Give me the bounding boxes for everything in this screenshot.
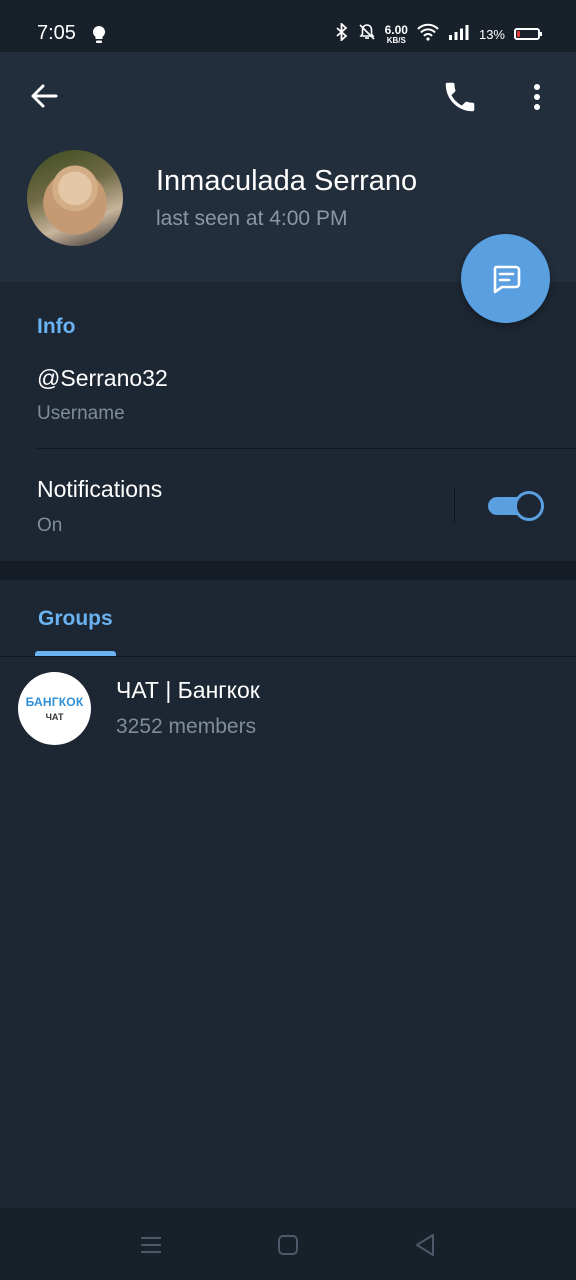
signal-icon bbox=[448, 24, 470, 45]
status-bar: 7:05 6.00 KB/S 13% bbox=[0, 0, 576, 52]
toggle-knob bbox=[514, 491, 544, 521]
call-button[interactable] bbox=[441, 78, 479, 116]
wifi-icon bbox=[417, 23, 439, 46]
system-nav-bar bbox=[0, 1208, 576, 1280]
network-speed: 6.00 KB/S bbox=[385, 24, 408, 45]
back-triangle-icon bbox=[416, 1234, 434, 1256]
tab-groups-label: Groups bbox=[38, 607, 113, 630]
bell-off-icon bbox=[358, 23, 376, 46]
back-arrow-icon bbox=[31, 84, 58, 108]
home-button[interactable] bbox=[273, 1230, 303, 1260]
home-icon bbox=[278, 1235, 298, 1255]
phone-icon bbox=[445, 82, 475, 112]
group-members: 3252 members bbox=[116, 715, 257, 738]
lightbulb-icon bbox=[92, 25, 106, 50]
more-options-button[interactable] bbox=[524, 78, 550, 116]
username-label: Username bbox=[37, 403, 125, 424]
bluetooth-icon bbox=[335, 21, 349, 46]
group-avatar: БАНГКОК ЧАТ bbox=[18, 672, 91, 745]
notifications-status: On bbox=[37, 515, 63, 536]
vertical-separator bbox=[454, 487, 455, 523]
list-item[interactable]: БАНГКОК ЧАТ ЧАТ | Бангкок 3252 members bbox=[0, 657, 576, 757]
tab-groups[interactable]: Groups bbox=[35, 580, 116, 656]
profile-avatar[interactable] bbox=[27, 150, 123, 246]
send-message-button[interactable] bbox=[461, 234, 550, 323]
message-icon bbox=[493, 265, 520, 293]
recent-apps-button[interactable] bbox=[136, 1230, 166, 1260]
section-gap bbox=[0, 561, 576, 580]
speed-unit: KB/S bbox=[386, 35, 406, 45]
battery-icon bbox=[514, 28, 542, 40]
info-section: Info @Serrano32 Username Notifications O… bbox=[0, 283, 576, 561]
status-icons: 6.00 KB/S 13% bbox=[335, 21, 542, 47]
more-vert-icon bbox=[534, 84, 540, 110]
menu-icon bbox=[141, 1237, 161, 1253]
status-time: 7:05 bbox=[37, 22, 76, 44]
battery-percent: 13% bbox=[478, 26, 505, 42]
last-seen-status: last seen at 4:00 PM bbox=[156, 207, 348, 230]
speed-value: 6.00 bbox=[384, 22, 408, 37]
group-name: ЧАТ | Бангкок bbox=[116, 677, 260, 703]
group-avatar-line2: ЧАТ bbox=[45, 712, 64, 722]
shared-media-tabs: Groups bbox=[0, 580, 576, 657]
notifications-toggle[interactable] bbox=[488, 491, 544, 521]
tab-indicator bbox=[35, 651, 116, 656]
username-value[interactable]: @Serrano32 bbox=[37, 365, 168, 392]
divider bbox=[37, 448, 576, 449]
back-button[interactable] bbox=[26, 78, 62, 114]
notifications-title[interactable]: Notifications bbox=[37, 476, 162, 503]
profile-name: Inmaculada Serrano bbox=[156, 165, 418, 197]
group-avatar-line1: БАНГКОК bbox=[25, 695, 84, 709]
info-section-title: Info bbox=[37, 315, 76, 338]
system-back-button[interactable] bbox=[410, 1230, 440, 1260]
